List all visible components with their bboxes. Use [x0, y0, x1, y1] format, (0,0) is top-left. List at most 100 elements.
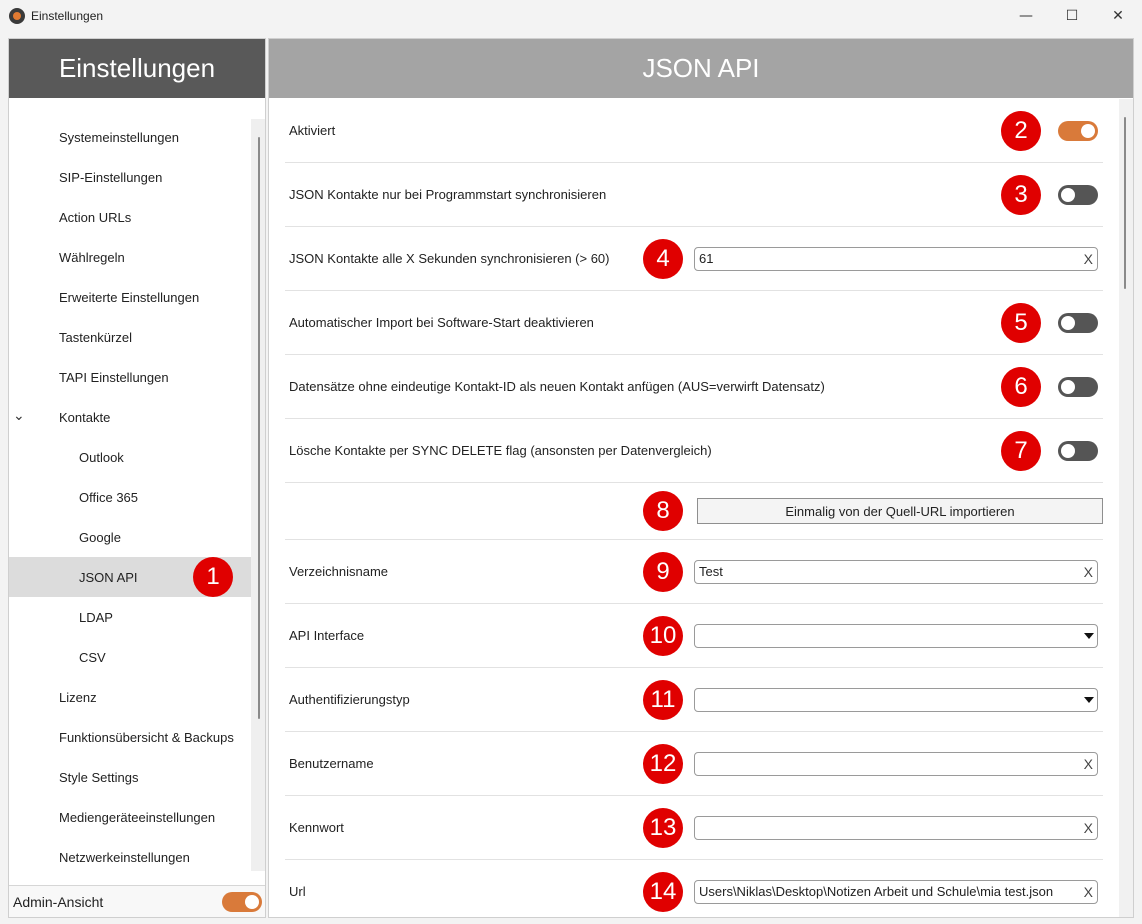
username-input[interactable]: X — [694, 752, 1098, 776]
admin-view-toggle[interactable] — [222, 892, 262, 912]
sidebar-item-label: Kontakte — [59, 409, 111, 425]
api-interface-label: API Interface — [289, 628, 365, 643]
disable-auto-import-label: Automatischer Import bei Software-Start … — [289, 315, 594, 330]
annotation-marker-7: 7 — [1001, 431, 1041, 471]
sidebar-title: Einstellungen — [9, 39, 265, 98]
annotation-marker-4: 4 — [643, 239, 683, 279]
append-without-id-toggle[interactable] — [1058, 377, 1098, 397]
setting-row-password: Kennwort 13 X — [285, 796, 1103, 860]
api-interface-select[interactable] — [694, 624, 1098, 648]
minimize-button[interactable]: — — [1003, 0, 1049, 32]
annotation-marker-1: 1 — [193, 557, 233, 597]
url-input[interactable]: Users\Niklas\Desktop\Notizen Arbeit und … — [694, 880, 1098, 904]
clear-icon[interactable]: X — [1084, 817, 1093, 839]
page-title: JSON API — [269, 39, 1133, 98]
annotation-marker-13: 13 — [643, 808, 683, 848]
sidebar-item-tapi-einstellungen[interactable]: TAPI Einstellungen — [9, 357, 251, 397]
sidebar-item-systemeinstellungen[interactable]: Systemeinstellungen — [9, 117, 251, 157]
directory-name-input[interactable]: Test X — [694, 560, 1098, 584]
chevron-down-icon[interactable]: ⌄ — [13, 408, 25, 424]
auth-type-select[interactable] — [694, 688, 1098, 712]
annotation-marker-14: 14 — [643, 872, 683, 912]
activated-label: Aktiviert — [289, 123, 336, 138]
annotation-marker-6: 6 — [1001, 367, 1041, 407]
sidebar-item-kontakte[interactable]: ⌄ Kontakte — [9, 397, 251, 437]
import-once-button[interactable]: Einmalig von der Quell-URL importieren — [697, 498, 1103, 524]
delete-sync-flag-toggle[interactable] — [1058, 441, 1098, 461]
sidebar-item-sip-einstellungen[interactable]: SIP-Einstellungen — [9, 157, 251, 197]
toggle-knob — [1061, 444, 1075, 458]
auth-type-label: Authentifizierungstyp — [289, 692, 410, 707]
sidebar-scroll-thumb[interactable] — [258, 137, 260, 719]
sync-on-start-toggle[interactable] — [1058, 185, 1098, 205]
url-label: Url — [289, 884, 306, 899]
maximize-button[interactable]: ☐ — [1049, 0, 1095, 32]
setting-row-sync-on-start: JSON Kontakte nur bei Programmstart sync… — [285, 163, 1103, 227]
sidebar: Einstellungen Systemeinstellungen SIP-Ei… — [8, 38, 266, 918]
setting-row-append-without-id: Datensätze ohne eindeutige Kontakt-ID al… — [285, 355, 1103, 419]
setting-row-directory-name: Verzeichnisname 9 Test X — [285, 540, 1103, 604]
setting-row-username: Benutzername 12 X — [285, 732, 1103, 796]
sync-interval-input[interactable]: 61 X — [694, 247, 1098, 271]
setting-row-auth-type: Authentifizierungstyp 11 — [285, 668, 1103, 732]
clear-icon[interactable]: X — [1084, 561, 1093, 583]
username-label: Benutzername — [289, 756, 374, 771]
sidebar-item-action-urls[interactable]: Action URLs — [9, 197, 251, 237]
dropdown-arrow-icon[interactable] — [1084, 633, 1094, 639]
password-label: Kennwort — [289, 820, 344, 835]
annotation-marker-10: 10 — [643, 616, 683, 656]
sidebar-item-ldap[interactable]: LDAP — [9, 597, 251, 637]
password-input[interactable]: X — [694, 816, 1098, 840]
annotation-marker-11: 11 — [643, 680, 683, 720]
sync-interval-value: 61 — [699, 251, 714, 266]
sidebar-item-waehlregeln[interactable]: Wählregeln — [9, 237, 251, 277]
sidebar-item-tastenkuerzel[interactable]: Tastenkürzel — [9, 317, 251, 357]
append-without-id-label: Datensätze ohne eindeutige Kontakt-ID al… — [289, 379, 825, 394]
sidebar-item-style-settings[interactable]: Style Settings — [9, 757, 251, 797]
admin-view-row: Admin-Ansicht — [9, 885, 265, 917]
dropdown-arrow-icon[interactable] — [1084, 697, 1094, 703]
annotation-marker-9: 9 — [643, 552, 683, 592]
main-scroll-thumb[interactable] — [1124, 117, 1126, 289]
sidebar-item-outlook[interactable]: Outlook — [9, 437, 251, 477]
setting-row-delete-sync-flag: Lösche Kontakte per SYNC DELETE flag (an… — [285, 419, 1103, 483]
toggle-knob — [1061, 316, 1075, 330]
url-value: Users\Niklas\Desktop\Notizen Arbeit und … — [699, 884, 1054, 899]
setting-row-disable-auto-import: Automatischer Import bei Software-Start … — [285, 291, 1103, 355]
sidebar-item-funktionsuebersicht[interactable]: Funktionsübersicht & Backups — [9, 717, 251, 757]
toggle-knob — [1081, 124, 1095, 138]
sidebar-item-google[interactable]: Google — [9, 517, 251, 557]
setting-row-url: Url 14 Users\Niklas\Desktop\Notizen Arbe… — [285, 860, 1103, 917]
sidebar-nav: Systemeinstellungen SIP-Einstellungen Ac… — [9, 117, 251, 877]
admin-view-label: Admin-Ansicht — [13, 894, 104, 910]
toggle-knob — [1061, 380, 1075, 394]
setting-row-sync-interval: JSON Kontakte alle X Sekunden synchronis… — [285, 227, 1103, 291]
activated-toggle[interactable] — [1058, 121, 1098, 141]
sidebar-item-erweiterte-einstellungen[interactable]: Erweiterte Einstellungen — [9, 277, 251, 317]
close-button[interactable]: ✕ — [1095, 0, 1141, 32]
sidebar-item-label: JSON API — [79, 569, 138, 585]
sidebar-item-json-api[interactable]: JSON API 1 — [9, 557, 251, 597]
clear-icon[interactable]: X — [1084, 753, 1093, 775]
sync-interval-label: JSON Kontakte alle X Sekunden synchronis… — [289, 251, 610, 266]
sidebar-item-mediengeraeteeinstellungen[interactable]: Mediengeräteeinstellungen — [9, 797, 251, 837]
clear-icon[interactable]: X — [1081, 881, 1093, 903]
delete-sync-flag-label: Lösche Kontakte per SYNC DELETE flag (an… — [289, 443, 712, 458]
setting-row-import: 8 Einmalig von der Quell-URL importieren — [285, 483, 1103, 540]
app-icon — [9, 8, 25, 24]
window-title: Einstellungen — [31, 9, 104, 23]
toggle-knob — [1061, 188, 1075, 202]
directory-name-label: Verzeichnisname — [289, 564, 388, 579]
sidebar-item-lizenz[interactable]: Lizenz — [9, 677, 251, 717]
clear-icon[interactable]: X — [1084, 248, 1093, 270]
main-scrollbar[interactable] — [1119, 99, 1133, 917]
sidebar-item-netzwerkeinstellungen[interactable]: Netzwerkeinstellungen — [9, 837, 251, 877]
annotation-marker-12: 12 — [643, 744, 683, 784]
sidebar-item-office-365[interactable]: Office 365 — [9, 477, 251, 517]
setting-row-api-interface: API Interface 10 — [285, 604, 1103, 668]
setting-row-activated: Aktiviert 2 — [285, 99, 1103, 163]
toggle-knob — [245, 895, 259, 909]
sidebar-item-csv[interactable]: CSV — [9, 637, 251, 677]
disable-auto-import-toggle[interactable] — [1058, 313, 1098, 333]
main-panel: JSON API Aktiviert 2 JSON Kontakte nur b… — [268, 38, 1134, 918]
